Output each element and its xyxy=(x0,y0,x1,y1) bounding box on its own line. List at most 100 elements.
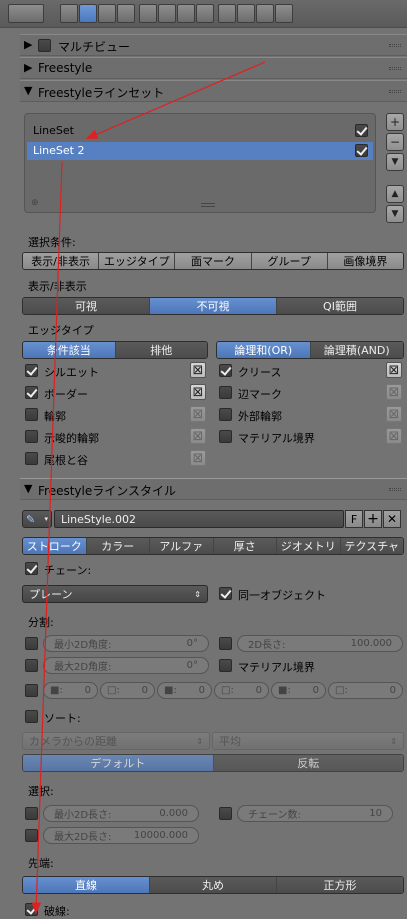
external-contour-checkbox[interactable] xyxy=(219,408,232,421)
fake-user-button[interactable]: F xyxy=(345,510,363,528)
length-2d-field[interactable]: 2D長さ: 100.000 xyxy=(237,635,403,652)
border-checkbox[interactable] xyxy=(25,386,38,399)
drag-grip-icon[interactable] xyxy=(389,67,401,70)
tab-groups[interactable]: グループ xyxy=(251,253,328,269)
logical-and-option[interactable]: 論理積(AND) xyxy=(310,342,403,358)
drag-grip-icon[interactable] xyxy=(389,90,401,93)
caps-round-option[interactable]: 丸め xyxy=(150,877,277,893)
max-angle-checkbox[interactable] xyxy=(25,659,38,672)
ridge-valley-checkbox[interactable] xyxy=(25,452,38,465)
tab-geometry[interactable]: ジオメトリ xyxy=(277,538,341,554)
move-down-button[interactable]: ▼ xyxy=(386,205,404,223)
tab-visibility[interactable]: 表示/非表示 xyxy=(23,253,100,269)
new-linestyle-icon[interactable]: + xyxy=(364,510,382,528)
lineset-checkbox[interactable] xyxy=(355,144,368,157)
invisible-option[interactable]: 不可視 xyxy=(150,298,277,314)
sort-default-option[interactable]: デフォルト xyxy=(23,755,214,771)
edge-mark-checkbox[interactable] xyxy=(219,386,232,399)
external-contour-exclude-icon[interactable]: ⊠ xyxy=(386,406,402,422)
min-2d-length-field[interactable]: 最小2D長さ: 0.000 xyxy=(43,805,199,822)
tab-stroke[interactable]: ストローク xyxy=(23,538,87,554)
sorting-checkbox[interactable] xyxy=(25,710,38,723)
split-material-boundary-checkbox[interactable] xyxy=(219,659,232,672)
tab-texture[interactable]: テクスチャ xyxy=(340,538,403,554)
material-boundary-checkbox[interactable] xyxy=(219,430,232,443)
render-layers-icon[interactable] xyxy=(79,4,97,23)
dash3-field[interactable]: ■: 0 xyxy=(271,682,326,699)
texture-icon[interactable] xyxy=(237,4,255,23)
list-item-selected[interactable]: LineSet 2 xyxy=(27,142,373,160)
edge-mark-exclude-icon[interactable]: ⊠ xyxy=(386,384,402,400)
suggestive-contour-checkbox[interactable] xyxy=(25,430,38,443)
unlink-linestyle-icon[interactable]: ✕ xyxy=(383,510,401,528)
caps-square-option[interactable]: 正方形 xyxy=(277,877,403,893)
tab-image-border[interactable]: 画像境界 xyxy=(327,253,403,269)
constraints-icon[interactable] xyxy=(158,4,176,23)
visible-option[interactable]: 可視 xyxy=(23,298,150,314)
tab-edge-types[interactable]: エッジタイプ xyxy=(99,253,176,269)
editor-type-button[interactable] xyxy=(8,4,44,23)
suggestive-contour-exclude-icon[interactable]: ⊠ xyxy=(190,428,206,444)
physics-icon[interactable] xyxy=(275,4,293,23)
ridge-valley-exclude-icon[interactable]: ⊠ xyxy=(190,450,206,466)
min-angle-checkbox[interactable] xyxy=(25,637,38,650)
object-icon[interactable] xyxy=(139,4,157,23)
silhouette-exclude-icon[interactable]: ⊠ xyxy=(190,362,206,378)
modifiers-icon[interactable] xyxy=(177,4,195,23)
same-object-checkbox[interactable] xyxy=(219,587,232,600)
panel-lineset[interactable]: ▼ Freestyleラインセット xyxy=(20,80,407,102)
max-2d-angle-field[interactable]: 最大2D角度: 0° xyxy=(43,657,209,674)
max-length-checkbox[interactable] xyxy=(25,829,38,842)
chaining-type-dropdown[interactable]: プレーン ⇕ xyxy=(22,585,208,603)
min-length-checkbox[interactable] xyxy=(25,807,38,820)
drag-grip-icon[interactable] xyxy=(389,44,401,47)
linestyle-browse-button[interactable]: ✎ ▾ xyxy=(22,510,52,528)
tab-face-marks[interactable]: 面マーク xyxy=(175,253,252,269)
silhouette-checkbox[interactable] xyxy=(25,364,38,377)
tab-alpha[interactable]: アルファ xyxy=(150,538,214,554)
material-icon[interactable] xyxy=(218,4,236,23)
dash1-field[interactable]: ■: 0 xyxy=(43,682,98,699)
integration-type-dropdown[interactable]: 平均 ⇕ xyxy=(212,732,404,750)
tab-thickness[interactable]: 厚さ xyxy=(213,538,277,554)
filter-icon[interactable]: ⊕ xyxy=(31,198,39,208)
particles-icon[interactable] xyxy=(256,4,274,23)
panel-linestyle[interactable]: ▼ Freestyleラインスタイル xyxy=(20,478,407,500)
split-dash-checkbox[interactable] xyxy=(25,684,38,697)
min-2d-angle-field[interactable]: 最小2D角度: 0° xyxy=(43,635,209,652)
crease-checkbox[interactable] xyxy=(219,364,232,377)
gap2-field[interactable]: □: 0 xyxy=(214,682,269,699)
lineset-checkbox[interactable] xyxy=(355,124,368,137)
qi-range-option[interactable]: QI範囲 xyxy=(277,298,403,314)
dashed-line-checkbox[interactable] xyxy=(25,903,38,916)
gap1-field[interactable]: □: 0 xyxy=(100,682,155,699)
exclusive-option[interactable]: 排他 xyxy=(115,342,207,358)
panel-multiview[interactable]: ▶ マルチビュー xyxy=(20,34,407,56)
dash2-field[interactable]: ■: 0 xyxy=(157,682,212,699)
data-icon[interactable] xyxy=(196,4,214,23)
linestyle-name-field[interactable]: LineStyle.002 xyxy=(54,510,344,528)
length-2d-checkbox[interactable] xyxy=(219,637,232,650)
render-icon[interactable] xyxy=(60,4,78,23)
list-item[interactable]: LineSet xyxy=(27,122,373,140)
move-up-button[interactable]: ▲ xyxy=(386,185,404,203)
gap3-field[interactable]: □: 0 xyxy=(328,682,403,699)
contour-exclude-icon[interactable]: ⊠ xyxy=(190,406,206,422)
material-boundary-exclude-icon[interactable]: ⊠ xyxy=(386,428,402,444)
max-2d-length-field[interactable]: 最大2D長さ: 10000.000 xyxy=(43,827,199,844)
remove-lineset-button[interactable]: − xyxy=(386,133,404,151)
world-icon[interactable] xyxy=(117,4,135,23)
resize-grip-icon[interactable] xyxy=(201,203,215,207)
add-lineset-button[interactable]: + xyxy=(386,113,404,131)
sort-key-dropdown[interactable]: カメラからの距離 ⇕ xyxy=(22,732,210,750)
contour-checkbox[interactable] xyxy=(25,408,38,421)
caps-butt-option[interactable]: 直線 xyxy=(23,877,150,893)
chain-count-field[interactable]: チェーン数: 10 xyxy=(237,805,393,822)
panel-freestyle[interactable]: ▶ Freestyle xyxy=(20,57,407,79)
drag-grip-icon[interactable] xyxy=(389,488,401,491)
chaining-checkbox[interactable] xyxy=(25,562,38,575)
tab-color[interactable]: カラー xyxy=(86,538,150,554)
chain-count-checkbox[interactable] xyxy=(219,807,232,820)
crease-exclude-icon[interactable]: ⊠ xyxy=(386,362,402,378)
sort-reverse-option[interactable]: 反転 xyxy=(213,755,403,771)
